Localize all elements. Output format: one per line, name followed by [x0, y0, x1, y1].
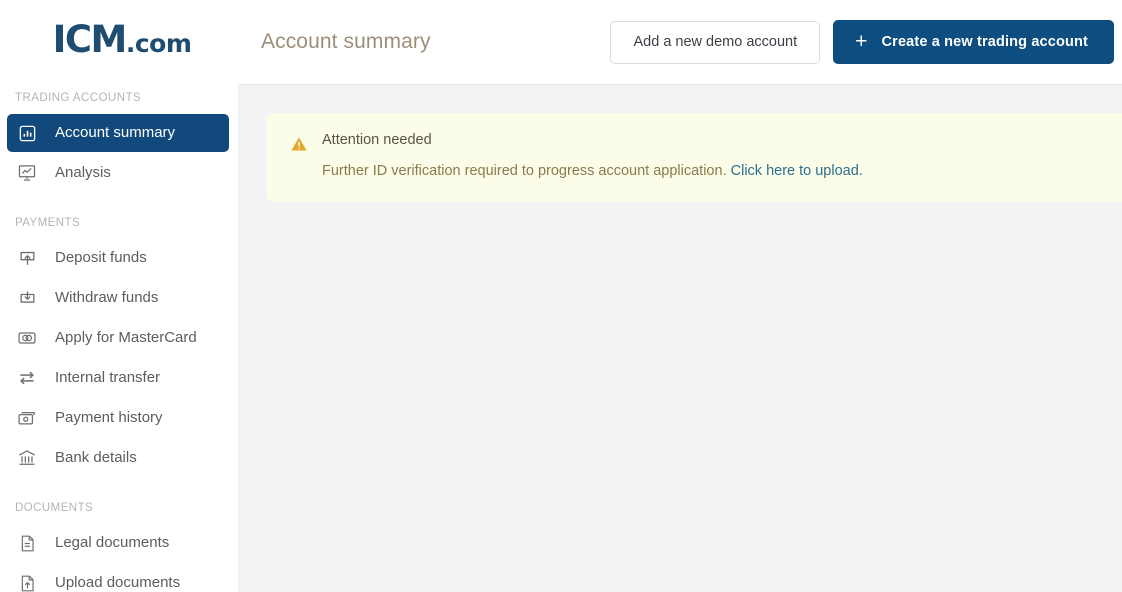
upload-link[interactable]: Click here to upload.	[731, 163, 863, 179]
sidebar-section-payments: PAYMENTS	[15, 217, 81, 229]
create-trading-account-label: Create a new trading account	[881, 34, 1088, 50]
transfer-arrows-icon	[16, 367, 38, 389]
bar-chart-icon	[16, 122, 38, 144]
alert-message-text: Further ID verification required to prog…	[322, 163, 727, 180]
topbar: Account summary Add a new demo account +…	[238, 0, 1122, 85]
sidebar-item-deposit-funds[interactable]: Deposit funds	[7, 239, 229, 277]
warning-triangle-icon	[290, 135, 308, 153]
sidebar-item-label: Withdraw funds	[55, 289, 159, 306]
deposit-arrow-up-icon	[16, 247, 38, 269]
create-trading-account-button[interactable]: + Create a new trading account	[833, 20, 1114, 64]
sidebar-item-label: Upload documents	[55, 574, 181, 591]
sidebar: ICM .com TRADING ACCOUNTS Account summar…	[0, 0, 238, 592]
logo-text-suffix: .com	[125, 28, 192, 58]
sidebar-item-label: Payment history	[55, 409, 163, 426]
alert-title: Attention needed	[322, 132, 432, 148]
sidebar-item-label: Apply for MasterCard	[55, 329, 197, 346]
sidebar-item-payment-history[interactable]: Payment history	[7, 399, 229, 437]
sidebar-section-trading-accounts: TRADING ACCOUNTS	[15, 92, 142, 104]
sidebar-item-internal-transfer[interactable]: Internal transfer	[7, 359, 229, 397]
sidebar-item-upload-documents[interactable]: Upload documents	[7, 564, 229, 592]
alert-body: Attention needed Further ID verification…	[322, 132, 1122, 181]
sidebar-item-label: Analysis	[55, 164, 111, 181]
sidebar-item-analysis[interactable]: Analysis	[7, 154, 229, 192]
page-title: Account summary	[261, 30, 431, 53]
sidebar-item-label: Deposit funds	[55, 249, 147, 266]
sidebar-item-apply-for-mastercard[interactable]: Apply for MasterCard	[7, 319, 229, 357]
bank-building-icon	[16, 447, 38, 469]
content-area: Attention needed Further ID verification…	[238, 85, 1122, 592]
credit-card-icon	[16, 327, 38, 349]
sidebar-item-legal-documents[interactable]: Legal documents	[7, 524, 229, 562]
sidebar-item-label: Bank details	[55, 449, 137, 466]
logo-text-main: ICM	[52, 17, 128, 61]
alert-message: Further ID verification required to prog…	[322, 162, 1122, 180]
sidebar-item-account-summary[interactable]: Account summary	[7, 114, 229, 152]
app-root: ICM .com TRADING ACCOUNTS Account summar…	[0, 0, 1122, 592]
payment-history-icon	[16, 407, 38, 429]
sidebar-item-label: Legal documents	[55, 534, 170, 551]
sidebar-item-label: Internal transfer	[55, 369, 161, 386]
sidebar-item-withdraw-funds[interactable]: Withdraw funds	[7, 279, 229, 317]
add-demo-account-button[interactable]: Add a new demo account	[610, 20, 821, 64]
brand-logo[interactable]: ICM .com	[0, 0, 238, 78]
sidebar-section-documents: DOCUMENTS	[15, 502, 94, 514]
document-lines-icon	[16, 532, 38, 554]
document-upload-icon	[16, 572, 38, 592]
main-area: Account summary Add a new demo account +…	[238, 0, 1122, 592]
presentation-chart-icon	[16, 162, 38, 184]
sidebar-item-label: Account summary	[55, 124, 176, 141]
plus-icon: +	[855, 29, 868, 53]
sidebar-item-bank-details[interactable]: Bank details	[7, 439, 229, 477]
withdraw-arrow-down-icon	[16, 287, 38, 309]
attention-alert: Attention needed Further ID verification…	[266, 113, 1122, 202]
